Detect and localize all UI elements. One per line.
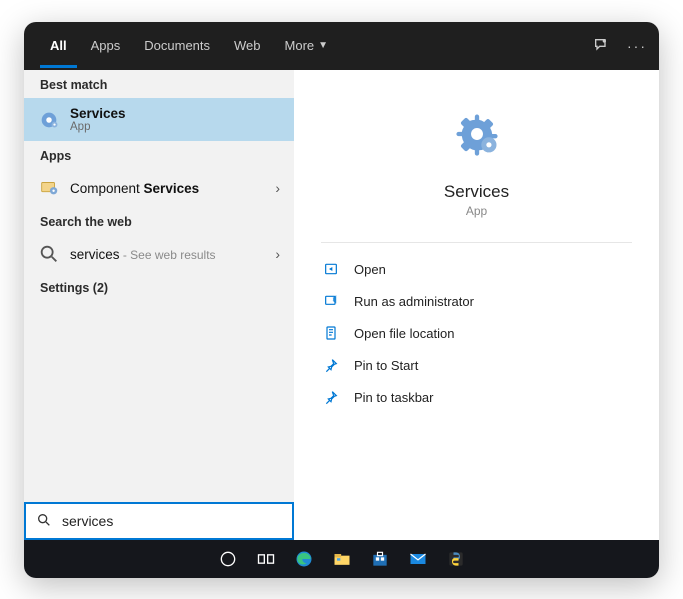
cortana-icon[interactable] — [215, 546, 241, 572]
search-box[interactable] — [24, 502, 294, 540]
action-label: Open file location — [354, 326, 454, 341]
action-open-location[interactable]: Open file location — [316, 317, 637, 349]
result-best-match[interactable]: Services App — [24, 98, 294, 141]
search-input[interactable] — [62, 513, 282, 529]
search-window: All Apps Documents Web More ▼ ··· Best m… — [24, 22, 659, 578]
result-web-search[interactable]: services - See web results › — [24, 235, 294, 273]
component-icon — [38, 177, 60, 199]
gear-icon — [38, 109, 60, 131]
result-title: Component Services — [70, 181, 265, 196]
search-icon — [36, 512, 52, 531]
shield-icon — [322, 292, 340, 310]
more-options-icon[interactable]: ··· — [627, 38, 647, 54]
taskbar — [24, 540, 659, 578]
preview-title: Services — [444, 182, 509, 202]
result-title: services - See web results — [70, 247, 265, 262]
action-label: Pin to Start — [354, 358, 418, 373]
result-component-services[interactable]: Component Services › — [24, 169, 294, 207]
action-pin-start[interactable]: Pin to Start — [316, 349, 637, 381]
action-label: Run as administrator — [354, 294, 474, 309]
feedback-icon[interactable] — [593, 37, 609, 56]
file-explorer-icon[interactable] — [329, 546, 355, 572]
chevron-down-icon: ▼ — [318, 40, 328, 51]
section-search-web: Search the web — [24, 207, 294, 235]
task-view-icon[interactable] — [253, 546, 279, 572]
tab-all[interactable]: All — [40, 24, 77, 68]
divider — [321, 242, 631, 243]
section-settings[interactable]: Settings (2) — [24, 273, 294, 301]
action-run-admin[interactable]: Run as administrator — [316, 285, 637, 317]
gear-icon — [451, 108, 503, 160]
mail-icon[interactable] — [405, 546, 431, 572]
header-bar: All Apps Documents Web More ▼ ··· — [24, 22, 659, 70]
pin-icon — [322, 356, 340, 374]
python-icon[interactable] — [443, 546, 469, 572]
result-title: Services — [70, 106, 280, 121]
result-subtitle: App — [70, 121, 280, 133]
edge-icon[interactable] — [291, 546, 317, 572]
header-tabs: All Apps Documents Web More ▼ — [40, 24, 593, 68]
action-open[interactable]: Open — [316, 253, 637, 285]
pin-icon — [322, 388, 340, 406]
chevron-right-icon: › — [275, 180, 280, 196]
action-label: Pin to taskbar — [354, 390, 434, 405]
preview-panel: Services App Open Run as administrator O… — [294, 70, 659, 540]
tab-more-label: More — [285, 38, 315, 53]
store-icon[interactable] — [367, 546, 393, 572]
search-icon — [38, 243, 60, 265]
section-best-match: Best match — [24, 70, 294, 98]
tab-documents[interactable]: Documents — [134, 24, 220, 68]
action-pin-taskbar[interactable]: Pin to taskbar — [316, 381, 637, 413]
tab-apps[interactable]: Apps — [81, 24, 131, 68]
preview-subtitle: App — [466, 204, 487, 218]
tab-web[interactable]: Web — [224, 24, 271, 68]
chevron-right-icon: › — [275, 246, 280, 262]
action-label: Open — [354, 262, 386, 277]
actions-list: Open Run as administrator Open file loca… — [294, 253, 659, 413]
section-apps: Apps — [24, 141, 294, 169]
folder-icon — [322, 324, 340, 342]
results-panel: Best match Services App Apps Component S… — [24, 70, 294, 540]
tab-more[interactable]: More ▼ — [275, 24, 339, 68]
open-icon — [322, 260, 340, 278]
